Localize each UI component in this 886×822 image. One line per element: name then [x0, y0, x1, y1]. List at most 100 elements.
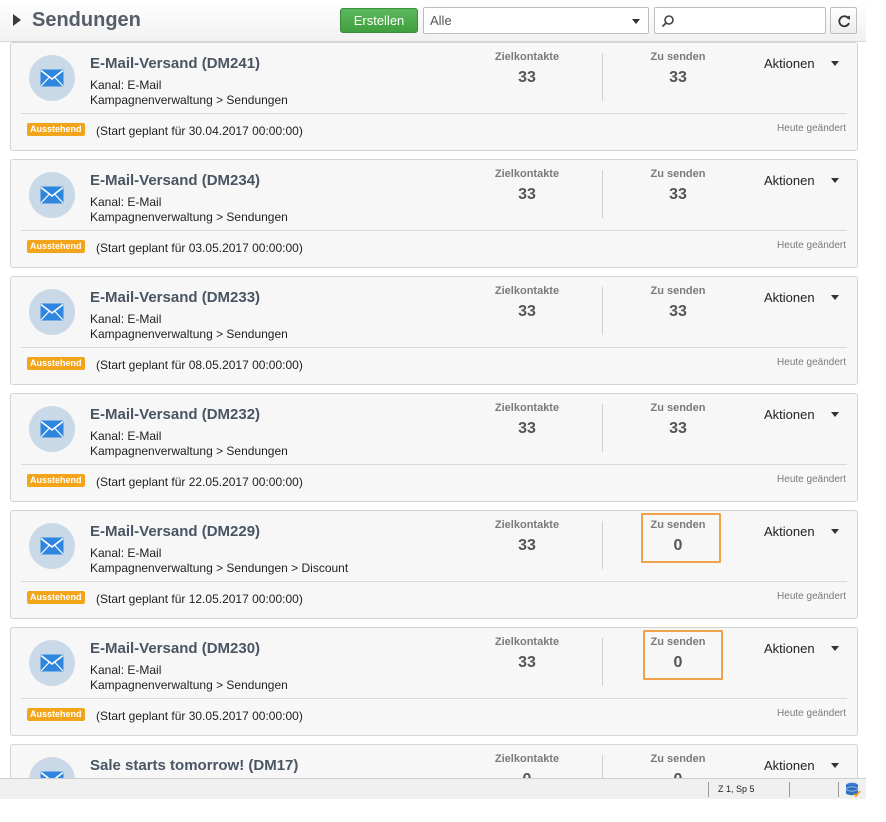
delivery-channel: Kanal: E-Mail: [90, 663, 162, 677]
metric-divider: [602, 521, 603, 569]
modified-text: Heute geändert: [777, 591, 846, 602]
to-send-metric: Zu senden 0: [618, 519, 738, 555]
to-send-label: Zu senden: [650, 51, 706, 63]
actions-menu[interactable]: Aktionen: [764, 407, 839, 422]
delivery-title[interactable]: E-Mail-Versand (DM241): [90, 55, 260, 72]
target-contacts-value: 33: [518, 420, 536, 437]
envelope-icon: [40, 771, 64, 778]
target-contacts-value: 33: [518, 537, 536, 554]
delivery-channel: Kanal: E-Mail: [90, 78, 162, 92]
to-send-value: 0: [673, 537, 683, 554]
delivery-channel: Kanal: E-Mail: [90, 429, 162, 443]
collapse-arrow-icon[interactable]: [13, 14, 21, 26]
email-avatar: [29, 55, 75, 101]
to-send-label: Zu senden: [650, 519, 706, 531]
email-avatar: [29, 172, 75, 218]
to-send-metric: Zu senden 33: [618, 285, 738, 321]
cursor-position: Z 1, Sp 5: [718, 784, 755, 794]
search-input[interactable]: [677, 10, 821, 31]
delivery-list: E-Mail-Versand (DM241) Kanal: E-Mail Kam…: [0, 42, 866, 778]
email-avatar: [29, 406, 75, 452]
card-divider: [21, 230, 847, 231]
to-send-metric: Zu senden 33: [618, 168, 738, 204]
status-badge: Ausstehend: [27, 708, 85, 721]
chevron-down-icon: [830, 412, 839, 417]
delivery-path: Kampagnenverwaltung > Sendungen: [90, 678, 288, 692]
status-separator: [708, 782, 709, 797]
to-send-label: Zu senden: [650, 285, 706, 297]
filter-select[interactable]: Alle: [423, 7, 649, 34]
card-divider: [21, 581, 847, 582]
chevron-down-icon: [830, 529, 839, 534]
search-field[interactable]: [654, 7, 826, 34]
status-badge: Ausstehend: [27, 240, 85, 253]
modified-text: Heute geändert: [777, 240, 846, 251]
actions-label: Aktionen: [764, 407, 815, 422]
target-contacts-label: Zielkontakte: [494, 285, 560, 297]
actions-menu[interactable]: Aktionen: [764, 290, 839, 305]
delivery-title[interactable]: E-Mail-Versand (DM233): [90, 289, 260, 306]
status-badge: Ausstehend: [27, 591, 85, 604]
actions-menu[interactable]: Aktionen: [764, 641, 839, 656]
delivery-channel: Kanal: E-Mail: [90, 546, 162, 560]
database-icon[interactable]: [845, 782, 861, 798]
delivery-card[interactable]: E-Mail-Versand (DM229) Kanal: E-Mail Kam…: [10, 510, 858, 619]
to-send-value: 33: [669, 303, 687, 320]
actions-label: Aktionen: [764, 173, 815, 188]
filter-select-value: Alle: [430, 13, 452, 28]
card-divider: [21, 113, 847, 114]
delivery-channel: Kanal: E-Mail: [90, 195, 162, 209]
delivery-card[interactable]: Sale starts tomorrow! (DM17) Zielkontakt…: [10, 744, 858, 778]
to-send-metric: Zu senden 33: [618, 402, 738, 438]
delivery-title[interactable]: Sale starts tomorrow! (DM17): [90, 757, 298, 774]
modified-text: Heute geändert: [777, 474, 846, 485]
target-contacts-metric: Zielkontakte 33: [467, 636, 587, 672]
delivery-title[interactable]: E-Mail-Versand (DM229): [90, 523, 260, 540]
actions-menu[interactable]: Aktionen: [764, 173, 839, 188]
target-contacts-value: 33: [518, 69, 536, 86]
create-button[interactable]: Erstellen: [340, 8, 418, 33]
schedule-text: (Start geplant für 22.05.2017 00:00:00): [96, 475, 303, 489]
delivery-card[interactable]: E-Mail-Versand (DM230) Kanal: E-Mail Kam…: [10, 627, 858, 736]
card-divider: [21, 464, 847, 465]
email-avatar: [29, 640, 75, 686]
target-contacts-metric: Zielkontakte 33: [467, 285, 587, 321]
schedule-text: (Start geplant für 30.05.2017 00:00:00): [96, 709, 303, 723]
schedule-text: (Start geplant für 12.05.2017 00:00:00): [96, 592, 303, 606]
delivery-title[interactable]: E-Mail-Versand (DM232): [90, 406, 260, 423]
metric-divider: [602, 404, 603, 452]
delivery-card[interactable]: E-Mail-Versand (DM233) Kanal: E-Mail Kam…: [10, 276, 858, 385]
search-icon: [661, 15, 674, 28]
to-send-value: 0: [618, 771, 738, 778]
delivery-title[interactable]: E-Mail-Versand (DM234): [90, 172, 260, 189]
actions-menu[interactable]: Aktionen: [764, 758, 839, 773]
target-contacts-metric: Zielkontakte 33: [467, 168, 587, 204]
actions-label: Aktionen: [764, 641, 815, 656]
to-send-metric: Zu senden 0: [618, 753, 738, 778]
to-send-label: Zu senden: [650, 636, 706, 648]
refresh-button[interactable]: [830, 7, 857, 34]
page-title: Sendungen: [32, 9, 141, 31]
metric-divider: [602, 53, 603, 101]
actions-menu[interactable]: Aktionen: [764, 56, 839, 71]
delivery-card[interactable]: E-Mail-Versand (DM241) Kanal: E-Mail Kam…: [10, 42, 858, 151]
status-separator: [838, 782, 839, 797]
delivery-card[interactable]: E-Mail-Versand (DM234) Kanal: E-Mail Kam…: [10, 159, 858, 268]
actions-menu[interactable]: Aktionen: [764, 524, 839, 539]
metric-divider: [602, 755, 603, 778]
email-avatar: [29, 289, 75, 335]
refresh-icon: [838, 15, 850, 28]
actions-label: Aktionen: [764, 524, 815, 539]
chevron-down-icon: [830, 646, 839, 651]
target-contacts-label: Zielkontakte: [494, 168, 560, 180]
target-contacts-metric: Zielkontakte 0: [467, 753, 587, 778]
metric-divider: [602, 638, 603, 686]
delivery-path: Kampagnenverwaltung > Sendungen: [90, 93, 288, 107]
to-send-value: 33: [669, 69, 687, 86]
modified-text: Heute geändert: [777, 357, 846, 368]
delivery-path: Kampagnenverwaltung > Sendungen: [90, 327, 288, 341]
delivery-title[interactable]: E-Mail-Versand (DM230): [90, 640, 260, 657]
delivery-card[interactable]: E-Mail-Versand (DM232) Kanal: E-Mail Kam…: [10, 393, 858, 502]
target-contacts-value: 0: [467, 771, 587, 778]
email-avatar: [29, 523, 75, 569]
